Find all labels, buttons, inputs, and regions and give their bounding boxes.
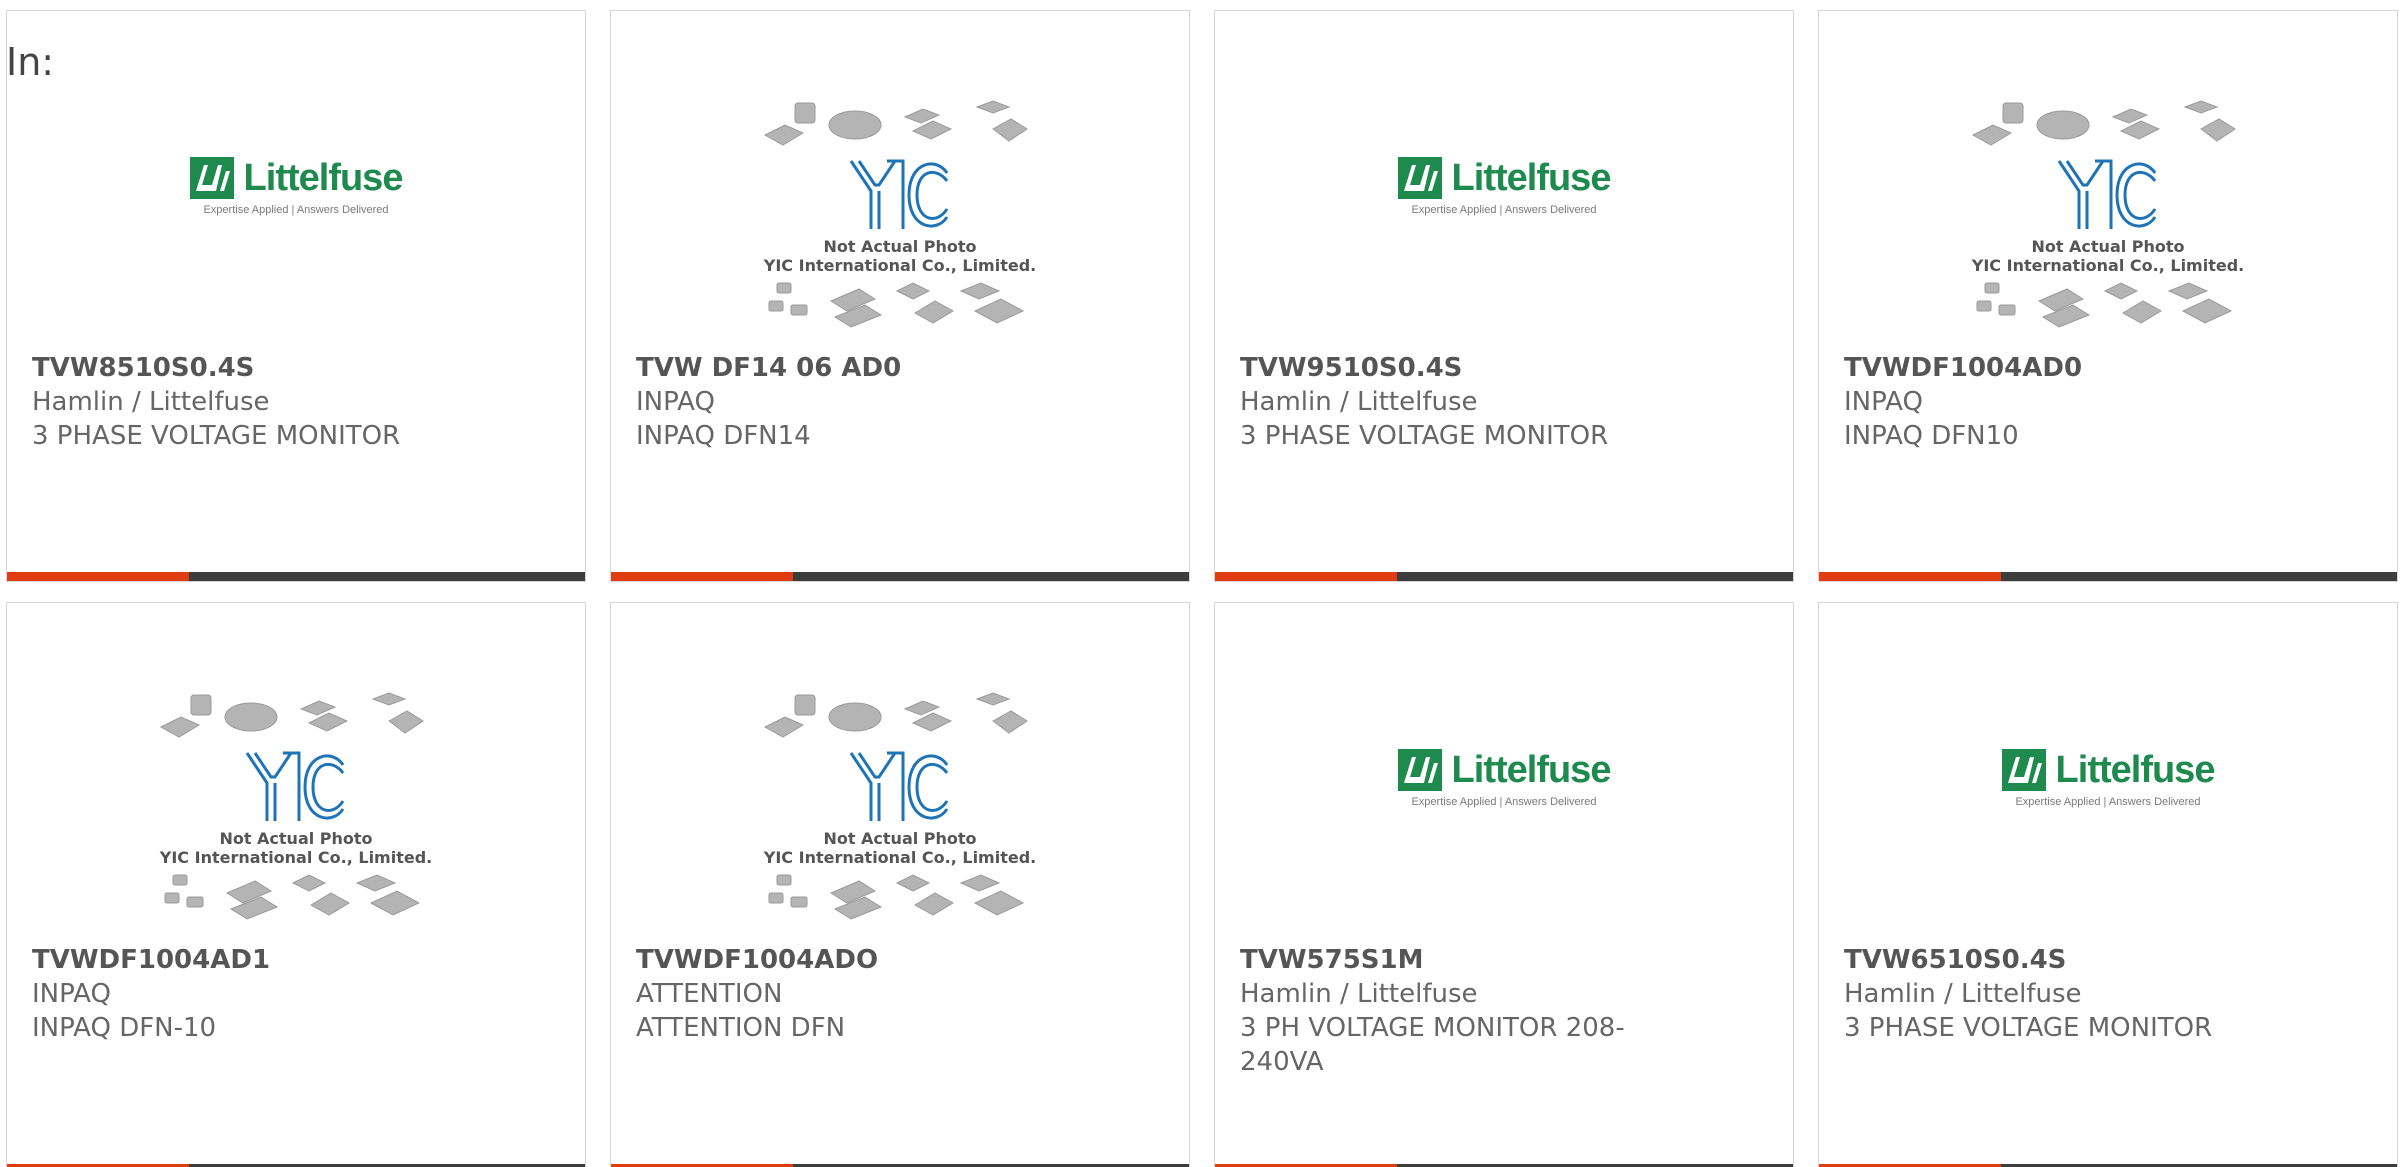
product-info: TVW8510S0.4S Hamlin / Littelfuse 3 PHASE… — [32, 351, 572, 453]
part-number[interactable]: TVW6510S0.4S — [1844, 943, 2384, 977]
manufacturer: ATTENTION — [636, 979, 783, 1009]
product-card[interactable]: Littelfuse Expertise Applied | Answers D… — [1214, 602, 1794, 1167]
littelfuse-tagline: Expertise Applied | Answers Delivered — [1411, 795, 1597, 808]
littelfuse-mark-icon — [2001, 749, 2046, 791]
littelfuse-wordmark: Littelfuse — [243, 156, 404, 199]
part-number[interactable]: TVW9510S0.4S — [1240, 351, 1780, 385]
littelfuse-logo: Littelfuse Expertise Applied | Answers D… — [1397, 156, 1612, 216]
yic-placeholder: Not Actual Photo YIC International Co., … — [151, 687, 441, 923]
product-card[interactable]: Not Actual Photo YIC International Co., … — [1818, 10, 2398, 582]
littelfuse-mark-icon — [189, 157, 234, 199]
description: 3 PHASE VOLTAGE MONITOR — [32, 421, 401, 451]
placeholder-caption-2: YIC International Co., Limited. — [1971, 256, 2245, 275]
product-image[interactable]: Littelfuse Expertise Applied | Answers D… — [1215, 86, 1793, 356]
placeholder-caption-2: YIC International Co., Limited. — [159, 848, 433, 867]
manufacturer: Hamlin / Littelfuse — [32, 387, 270, 417]
card-bar — [1819, 572, 2397, 581]
part-number[interactable]: TVWDF1004ADO — [636, 943, 1176, 977]
manufacturer: INPAQ — [636, 387, 715, 417]
product-image[interactable]: Littelfuse Expertise Applied | Answers D… — [1819, 678, 2397, 948]
littelfuse-wordmark: Littelfuse — [2055, 748, 2216, 791]
product-info: TVW575S1M Hamlin / Littelfuse 3 PH VOLTA… — [1240, 943, 1780, 1079]
chip-packages-bottom-icon — [164, 874, 421, 920]
littelfuse-logo: Littelfuse Expertise Applied | Answers D… — [1397, 748, 1612, 808]
placeholder-caption-1: Not Actual Photo — [823, 829, 977, 848]
description: 3 PHASE VOLTAGE MONITOR — [1240, 421, 1609, 451]
littelfuse-tagline: Expertise Applied | Answers Delivered — [1411, 203, 1597, 216]
littelfuse-logo: Littelfuse Expertise Applied | Answers D… — [189, 156, 404, 216]
card-bar-accent — [1215, 572, 1397, 581]
product-card[interactable]: Not Actual Photo YIC International Co., … — [6, 602, 586, 1167]
littelfuse-mark-icon — [1397, 749, 1442, 791]
part-number[interactable]: TVW8510S0.4S — [32, 351, 572, 385]
product-image[interactable]: Not Actual Photo YIC International Co., … — [611, 86, 1189, 356]
product-image[interactable]: Not Actual Photo YIC International Co., … — [1819, 86, 2397, 356]
product-info: TVWDF1004AD1 INPAQ INPAQ DFN-10 — [32, 943, 572, 1045]
littelfuse-wordmark: Littelfuse — [1451, 748, 1612, 791]
chip-packages-top-icon — [159, 692, 424, 738]
page: Littelfuse Expertise Applied | Answers D… — [0, 0, 2400, 1167]
chip-packages-bottom-icon — [768, 282, 1025, 328]
manufacturer: Hamlin / Littelfuse — [1240, 979, 1478, 1009]
placeholder-caption-1: Not Actual Photo — [219, 829, 373, 848]
card-bar-accent — [611, 572, 793, 581]
part-number[interactable]: TVWDF1004AD0 — [1844, 351, 2384, 385]
description: INPAQ DFN10 — [1844, 421, 2019, 451]
description: INPAQ DFN-10 — [32, 1013, 217, 1043]
product-image[interactable]: Not Actual Photo YIC International Co., … — [611, 678, 1189, 948]
yic-logo-icon — [849, 159, 949, 229]
yic-logo-icon — [2057, 159, 2157, 229]
littelfuse-tagline: Expertise Applied | Answers Delivered — [2015, 795, 2201, 808]
product-card[interactable]: Littelfuse Expertise Applied | Answers D… — [6, 10, 586, 582]
manufacturer: INPAQ — [1844, 387, 1923, 417]
description: 3 PH VOLTAGE MONITOR 208-240VA — [1240, 1013, 1625, 1077]
manufacturer: Hamlin / Littelfuse — [1240, 387, 1478, 417]
chip-packages-bottom-icon — [1976, 282, 2233, 328]
yic-logo-icon — [245, 751, 345, 821]
chip-packages-top-icon — [763, 692, 1028, 738]
card-bar — [7, 572, 585, 581]
littelfuse-mark-icon — [1397, 157, 1442, 199]
yic-placeholder: Not Actual Photo YIC International Co., … — [1963, 95, 2253, 331]
product-image[interactable]: Not Actual Photo YIC International Co., … — [7, 678, 585, 948]
littelfuse-wordmark: Littelfuse — [1451, 156, 1612, 199]
part-number[interactable]: TVWDF1004AD1 — [32, 943, 572, 977]
product-grid: Littelfuse Expertise Applied | Answers D… — [6, 10, 2400, 1167]
product-card[interactable]: Not Actual Photo YIC International Co., … — [610, 10, 1190, 582]
product-image[interactable]: Littelfuse Expertise Applied | Answers D… — [1215, 678, 1793, 948]
product-image[interactable]: Littelfuse Expertise Applied | Answers D… — [7, 86, 585, 356]
search-label: In: — [6, 40, 55, 84]
placeholder-caption-1: Not Actual Photo — [823, 237, 977, 256]
product-info: TVWDF1004ADO ATTENTION ATTENTION DFN — [636, 943, 1176, 1045]
product-info: TVW DF14 06 AD0 INPAQ INPAQ DFN14 — [636, 351, 1176, 453]
yic-placeholder: Not Actual Photo YIC International Co., … — [755, 687, 1045, 923]
card-bar-accent — [7, 572, 189, 581]
littelfuse-logo: Littelfuse Expertise Applied | Answers D… — [2001, 748, 2216, 808]
littelfuse-tagline: Expertise Applied | Answers Delivered — [203, 203, 389, 216]
card-bar — [1215, 572, 1793, 581]
product-card[interactable]: Not Actual Photo YIC International Co., … — [610, 602, 1190, 1167]
description: INPAQ DFN14 — [636, 421, 811, 451]
yic-logo-icon — [849, 751, 949, 821]
chip-packages-bottom-icon — [768, 874, 1025, 920]
description: 3 PHASE VOLTAGE MONITOR — [1844, 1013, 2213, 1043]
product-info: TVWDF1004AD0 INPAQ INPAQ DFN10 — [1844, 351, 2384, 453]
product-card[interactable]: Littelfuse Expertise Applied | Answers D… — [1214, 10, 1794, 582]
yic-placeholder: Not Actual Photo YIC International Co., … — [755, 95, 1045, 331]
placeholder-caption-2: YIC International Co., Limited. — [763, 848, 1037, 867]
manufacturer: INPAQ — [32, 979, 111, 1009]
placeholder-caption-2: YIC International Co., Limited. — [763, 256, 1037, 275]
manufacturer: Hamlin / Littelfuse — [1844, 979, 2082, 1009]
chip-packages-top-icon — [1971, 100, 2236, 146]
part-number[interactable]: TVW575S1M — [1240, 943, 1780, 977]
placeholder-caption-1: Not Actual Photo — [2031, 237, 2185, 256]
chip-packages-top-icon — [763, 100, 1028, 146]
part-number[interactable]: TVW DF14 06 AD0 — [636, 351, 1176, 385]
card-bar-accent — [1819, 572, 2001, 581]
description: ATTENTION DFN — [636, 1013, 846, 1043]
product-info: TVW9510S0.4S Hamlin / Littelfuse 3 PHASE… — [1240, 351, 1780, 453]
product-info: TVW6510S0.4S Hamlin / Littelfuse 3 PHASE… — [1844, 943, 2384, 1045]
product-card[interactable]: Littelfuse Expertise Applied | Answers D… — [1818, 602, 2398, 1167]
card-bar — [611, 572, 1189, 581]
